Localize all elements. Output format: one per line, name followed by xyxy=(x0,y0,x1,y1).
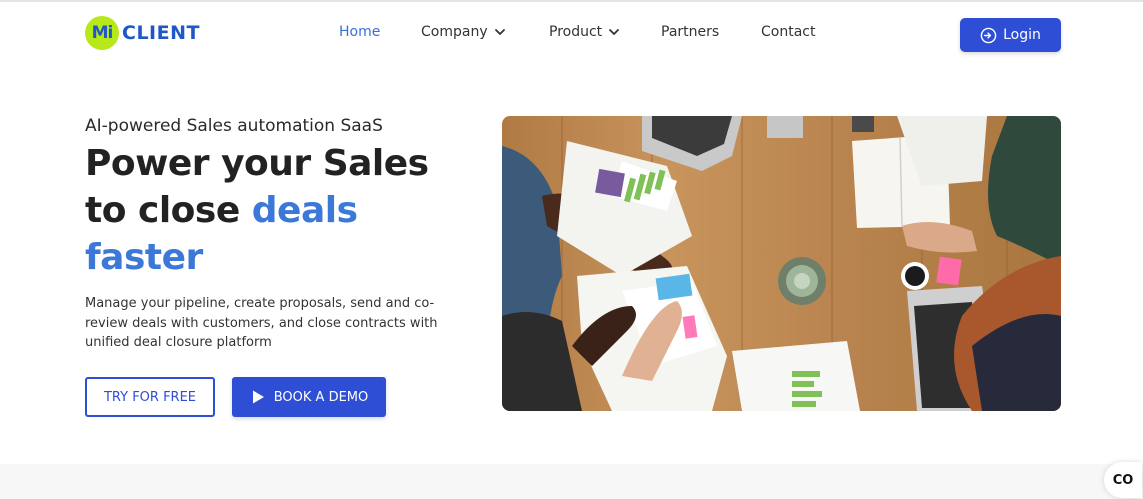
widget-label: CO xyxy=(1112,472,1134,488)
logo-badge: Mi xyxy=(85,16,119,50)
logo[interactable]: Mi CLIENT xyxy=(85,16,200,50)
nav-label: Partners xyxy=(661,24,720,40)
hero-eyebrow: AI-powered Sales automation SaaS xyxy=(85,116,383,136)
nav-item-home[interactable]: Home xyxy=(339,24,380,40)
hero-headline: Power your Sales to close deals faster xyxy=(85,140,485,281)
floating-widget-button[interactable]: CO xyxy=(1104,462,1142,498)
headline-accent-faster: faster xyxy=(85,237,203,278)
nav-label: Home xyxy=(339,24,381,40)
nav-item-contact[interactable]: Contact xyxy=(761,24,815,40)
try-label: TRY FOR FREE xyxy=(103,389,197,405)
nav-item-company[interactable]: Company xyxy=(421,24,506,40)
hero-description: Manage your pipeline, create proposals, … xyxy=(85,296,438,350)
chevron-down-icon xyxy=(609,29,620,35)
play-icon xyxy=(252,390,264,404)
book-demo-button[interactable]: BOOK A DEMO xyxy=(232,377,386,417)
footer-band xyxy=(0,464,1143,499)
site-header: Mi CLIENT Home Company Product Partners … xyxy=(0,2,1143,64)
nav-item-partners[interactable]: Partners xyxy=(661,24,719,40)
team-meeting-photo xyxy=(502,116,1061,411)
nav-label: Contact xyxy=(761,24,816,40)
headline-line-2: to close xyxy=(85,190,252,231)
nav-item-product[interactable]: Product xyxy=(549,24,620,40)
login-button[interactable]: Login xyxy=(960,18,1061,52)
demo-label: BOOK A DEMO xyxy=(273,389,369,405)
logo-text: CLIENT xyxy=(122,22,200,44)
nav-label: Company xyxy=(421,24,488,40)
nav-label: Product xyxy=(549,24,603,40)
chevron-down-icon xyxy=(494,29,505,35)
headline-accent-deals: deals xyxy=(251,190,358,231)
try-for-free-button[interactable]: TRY FOR FREE xyxy=(85,377,215,417)
login-label: Login xyxy=(1003,27,1041,43)
login-icon xyxy=(980,27,997,43)
headline-line-1: Power your Sales xyxy=(85,143,429,184)
hero-image xyxy=(502,116,1061,411)
